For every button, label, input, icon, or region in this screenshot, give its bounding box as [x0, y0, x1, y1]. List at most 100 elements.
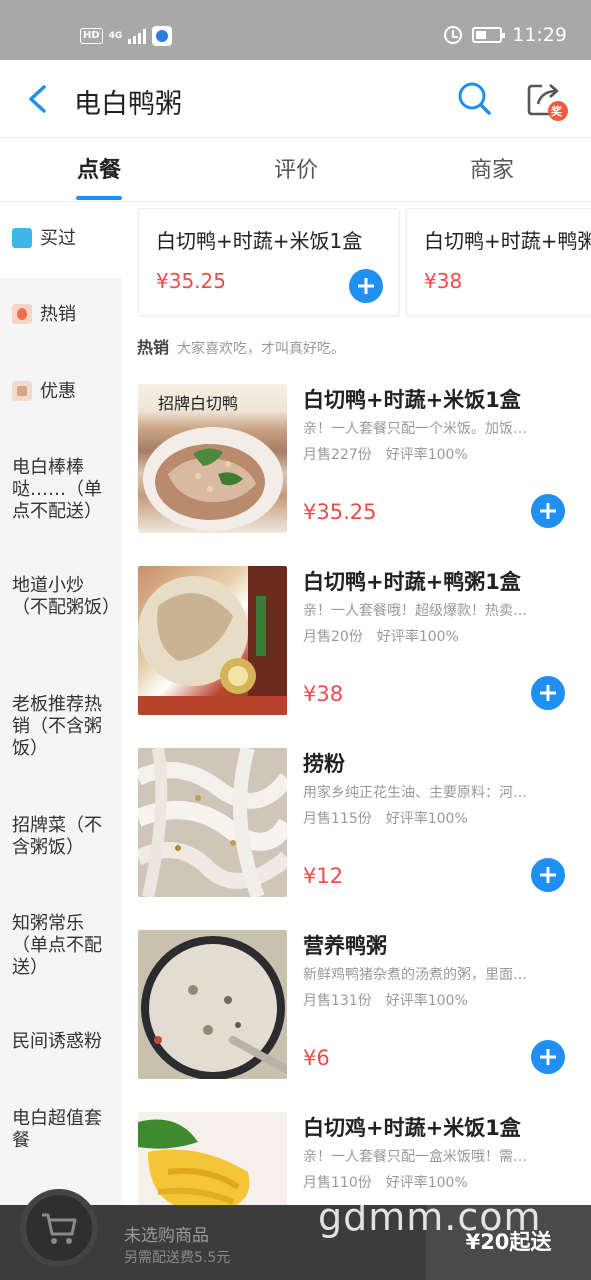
- status-left: HD 4G: [80, 26, 173, 46]
- food-image: [138, 1112, 287, 1205]
- bought-item-price: ¥35.25: [156, 269, 226, 293]
- item-description: 新鲜鸡鸭猪杂煮的汤煮的粥，里面…: [303, 967, 527, 983]
- alarm-icon: [444, 26, 463, 44]
- menu-item[interactable]: 营养鸭粥 新鲜鸡鸭猪杂煮的汤煮的粥，里面… 月售131份 好评率100% ¥6: [138, 930, 588, 1090]
- header: 电白鸭粥 奖: [0, 60, 591, 138]
- item-description: 亲！一人套餐只配一个米饭。加饭…: [303, 421, 527, 437]
- delivery-fee-text: 另需配送费5.5元: [124, 1250, 231, 1266]
- sidebar-item-bought[interactable]: 买过: [0, 202, 122, 278]
- share-badge: 奖: [551, 105, 562, 118]
- cart-button[interactable]: [20, 1189, 98, 1267]
- tab-indicator: [76, 196, 122, 200]
- sidebar-item-label: 热销: [40, 304, 76, 325]
- sidebar-item-hot[interactable]: 热销: [0, 304, 122, 326]
- item-stats: 月售131份 好评率100%: [303, 990, 468, 1010]
- rating: 好评率100%: [376, 629, 459, 645]
- food-image: [138, 930, 287, 1079]
- item-price: ¥35.25: [303, 500, 377, 524]
- app-notification-icon: [152, 26, 173, 46]
- item-price: ¥12: [303, 864, 344, 888]
- menu-item[interactable]: 招牌白切鸭 白切鸭+时蔬+米饭1盒 亲！一人套餐只配一个米饭。加饭… 月售227…: [138, 384, 588, 544]
- sidebar-item-category[interactable]: 老板推荐热销（不含粥饭）: [0, 694, 122, 760]
- fire-icon: [12, 304, 32, 324]
- section-title: 热销: [137, 338, 170, 357]
- bought-item-name: 白切鸭+时蔬+鸭粥1盒: [424, 229, 591, 253]
- sidebar-item-category[interactable]: 电白超值套餐: [0, 1108, 122, 1152]
- bought-item-price: ¥38: [424, 269, 463, 293]
- hd-indicator: HD: [80, 28, 103, 44]
- cart-icon: [42, 1213, 77, 1244]
- bought-card[interactable]: 白切鸭+时蔬+米饭1盒 ¥35.25: [138, 208, 400, 316]
- share-button[interactable]: 奖: [524, 78, 568, 122]
- menu-content: 白切鸭+时蔬+米饭1盒 ¥35.25 白切鸭+时蔬+鸭粥1盒 ¥38 热销大家喜…: [122, 202, 591, 1205]
- rating: 好评率100%: [385, 447, 468, 463]
- rating: 好评率100%: [385, 993, 468, 1009]
- item-description: 用家乡纯正花生油、主要原料：河…: [303, 785, 527, 801]
- monthly-sales: 月售115份: [303, 811, 372, 827]
- chevron-left-icon[interactable]: [22, 82, 56, 116]
- status-right: 11:29: [444, 24, 567, 46]
- tab-merchant[interactable]: 商家: [422, 152, 562, 184]
- sidebar-item-category[interactable]: 地道小炒（不配粥饭）: [0, 575, 122, 619]
- item-description: 亲！一人套餐只配一盒米饭哦！需…: [303, 1149, 527, 1165]
- menu-item[interactable]: 白切鸡+时蔬+米饭1盒 亲！一人套餐只配一盒米饭哦！需… 月售110份 好评率10…: [138, 1112, 588, 1205]
- sidebar-item-category[interactable]: 知粥常乐（单点不配送）: [0, 913, 122, 979]
- search-icon[interactable]: [456, 80, 492, 116]
- signal-icon: [128, 28, 147, 44]
- item-name: 捞粉: [303, 752, 345, 776]
- item-name: 白切鸡+时蔬+米饭1盒: [303, 1116, 521, 1140]
- tab-order[interactable]: 点餐: [29, 152, 169, 184]
- add-button[interactable]: [349, 269, 383, 303]
- sidebar-item-category[interactable]: 招牌菜（不含粥饭）: [0, 815, 122, 859]
- porridge-drawing: [138, 930, 287, 1079]
- item-price: ¥6: [303, 1046, 330, 1070]
- cart-empty-text: 未选购商品: [124, 1226, 209, 1246]
- tab-bar: 点餐 评价 商家: [0, 138, 591, 202]
- sidebar-item-label: 买过: [40, 228, 76, 249]
- bought-icon: [12, 228, 32, 248]
- network-label: 4G: [108, 31, 123, 41]
- sidebar-item-label: 优惠: [40, 381, 76, 402]
- item-stats: 月售110份 好评率100%: [303, 1172, 468, 1192]
- item-name: 白切鸭+时蔬+鸭粥1盒: [303, 570, 521, 594]
- menu-item[interactable]: 白切鸭+时蔬+鸭粥1盒 亲！一人套餐哦！超级爆款！热卖… 月售20份 好评率100…: [138, 566, 588, 726]
- bought-item-name: 白切鸭+时蔬+米饭1盒: [156, 229, 363, 253]
- discount-icon: [12, 381, 32, 401]
- item-stats: 月售20份 好评率100%: [303, 626, 459, 646]
- food-image: 招牌白切鸭: [138, 384, 287, 533]
- battery-icon: [472, 27, 506, 43]
- item-price: ¥38: [303, 682, 344, 706]
- category-sidebar: 买过 热销 优惠 电白棒棒哒……（单点不配送） 地道小炒（不配粥饭） 老板推荐热…: [0, 202, 122, 1205]
- sidebar-item-category[interactable]: 民间诱惑粉: [0, 1031, 122, 1053]
- watermark: gdmm.com: [318, 1195, 542, 1239]
- add-button[interactable]: [531, 858, 565, 892]
- monthly-sales: 月售20份: [303, 629, 363, 645]
- add-button[interactable]: [531, 494, 565, 528]
- food-image: [138, 566, 287, 715]
- item-stats: 月售115份 好评率100%: [303, 808, 468, 828]
- item-name: 营养鸭粥: [303, 934, 387, 958]
- tab-reviews[interactable]: 评价: [226, 152, 366, 184]
- noodles-drawing: [138, 748, 287, 897]
- add-button[interactable]: [531, 1040, 565, 1074]
- add-button[interactable]: [531, 676, 565, 710]
- sidebar-item-category[interactable]: 电白棒棒哒……（单点不配送）: [0, 457, 122, 523]
- section-header-hot: 热销 大家喜欢吃，才叫真好吃。: [137, 334, 345, 358]
- rating: 好评率100%: [385, 811, 468, 827]
- monthly-sales: 月售227份: [303, 447, 372, 463]
- monthly-sales: 月售110份: [303, 1175, 372, 1191]
- image-caption: 招牌白切鸭: [158, 394, 239, 413]
- food-image: [138, 748, 287, 897]
- status-time: 11:29: [512, 24, 567, 46]
- section-subtitle: 大家喜欢吃，才叫真好吃。: [177, 341, 346, 357]
- item-description: 亲！一人套餐哦！超级爆款！热卖…: [303, 603, 527, 619]
- status-bar: HD 4G 11:29: [0, 0, 591, 60]
- chicken-drawing: [138, 1112, 287, 1205]
- duck-drawing: [138, 566, 287, 715]
- menu-item[interactable]: 捞粉 用家乡纯正花生油、主要原料：河… 月售115份 好评率100% ¥12: [138, 748, 588, 908]
- rating: 好评率100%: [385, 1175, 468, 1191]
- sidebar-item-discount[interactable]: 优惠: [0, 381, 122, 403]
- bought-card[interactable]: 白切鸭+时蔬+鸭粥1盒 ¥38: [406, 208, 591, 316]
- item-name: 白切鸭+时蔬+米饭1盒: [303, 388, 521, 412]
- monthly-sales: 月售131份: [303, 993, 372, 1009]
